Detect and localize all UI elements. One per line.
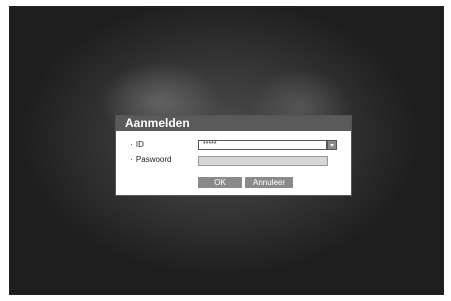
bullet: ·: [130, 140, 133, 149]
password-label: Paswoord: [135, 155, 172, 164]
ok-button[interactable]: OK: [198, 177, 242, 188]
camera-live-view: Aanmelden · ID ***** · Paswoord OK Annul…: [9, 6, 444, 295]
login-dialog: Aanmelden · ID ***** · Paswoord OK Annul…: [115, 115, 352, 196]
bullet: ·: [130, 155, 133, 164]
chevron-down-icon[interactable]: [327, 140, 337, 150]
id-label-row: · ID: [130, 140, 144, 150]
dialog-title: Aanmelden: [116, 116, 351, 131]
cancel-button[interactable]: Annuleer: [245, 177, 293, 188]
id-label: ID: [135, 140, 144, 149]
id-select[interactable]: *****: [198, 140, 327, 150]
password-field[interactable]: [198, 156, 328, 166]
password-label-row: · Paswoord: [130, 155, 171, 165]
